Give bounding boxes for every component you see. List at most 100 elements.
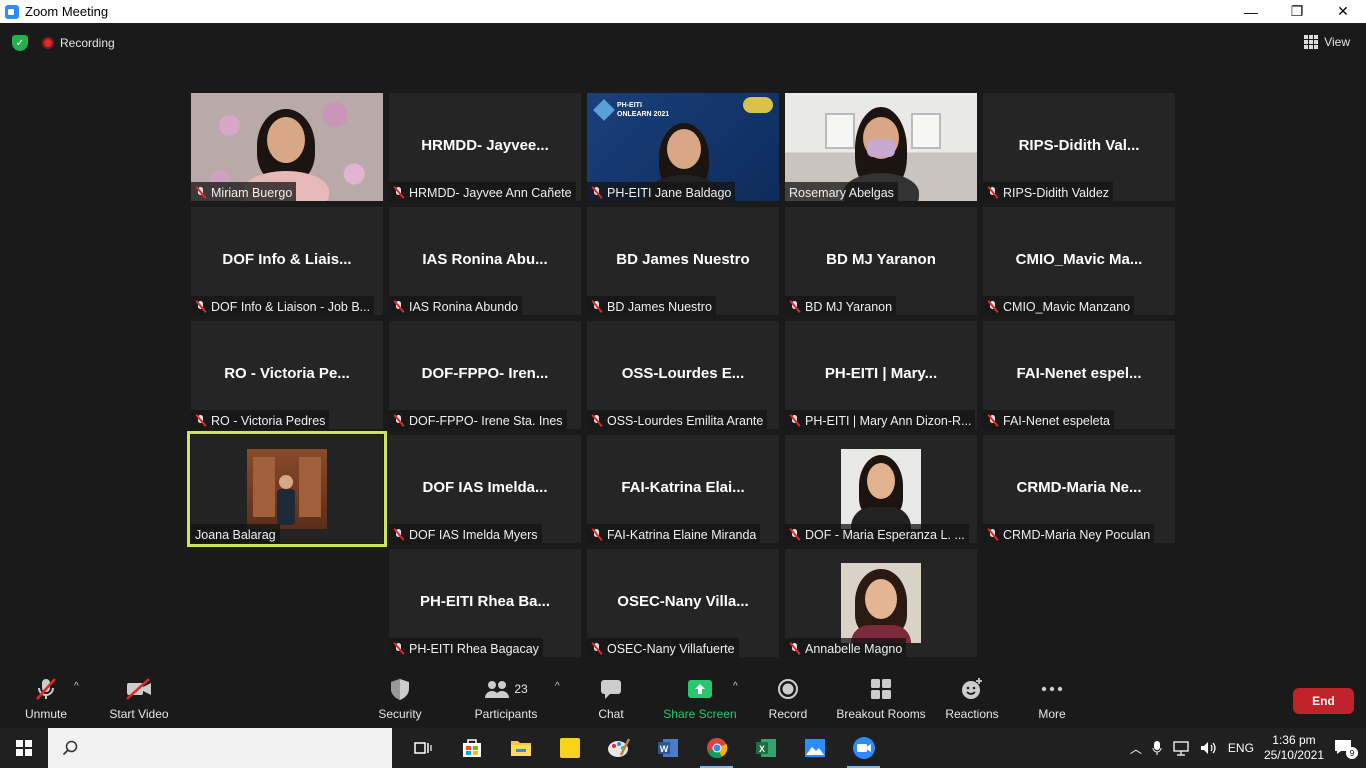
muted-mic-icon [987, 186, 999, 199]
participant-name-label: RIPS-Didith Valdez [983, 182, 1114, 201]
chrome-app[interactable] [692, 728, 741, 768]
zoom-app[interactable] [839, 728, 888, 768]
participant-tile[interactable]: PH-EITI Rhea Ba... PH-EITI Rhea Bagacay [389, 549, 581, 657]
input-language[interactable]: ENG [1228, 741, 1254, 755]
reactions-label: Reactions [945, 707, 999, 721]
volume-icon[interactable] [1200, 740, 1218, 756]
unmute-button[interactable]: Unmute [20, 667, 72, 728]
participant-profile-photo [247, 449, 327, 529]
action-center-button[interactable]: 9 [1334, 739, 1358, 759]
minimize-button[interactable]: — [1228, 0, 1274, 23]
photos-icon [804, 739, 825, 757]
gallery-view-icon [1304, 35, 1319, 49]
participant-name-label: DOF Info & Liaison - Job B... [191, 296, 375, 315]
tray-mic-icon[interactable] [1152, 740, 1162, 756]
participant-display-name: FAI-Katrina Elai... [621, 479, 745, 496]
chat-button[interactable]: Chat [594, 667, 628, 728]
breakout-rooms-label: Breakout Rooms [836, 707, 926, 721]
participant-tile[interactable]: OSEC-Nany Villa... OSEC-Nany Villafuerte [587, 549, 779, 657]
participant-tile[interactable]: RIPS-Didith Val... RIPS-Didith Valdez [983, 93, 1175, 201]
participant-display-name: BD James Nuestro [616, 251, 750, 268]
participants-button[interactable]: 23 Participants [472, 667, 540, 728]
store-app[interactable] [447, 728, 496, 768]
participant-tile[interactable]: RO - Victoria Pe... RO - Victoria Pedres [191, 321, 383, 429]
unmute-label: Unmute [24, 707, 68, 721]
excel-app[interactable]: X [741, 728, 790, 768]
share-screen-button[interactable]: Share Screen [662, 667, 738, 728]
taskbar-clock[interactable]: 1:36 pm 25/10/2021 [1264, 733, 1324, 763]
paint-palette-icon [607, 738, 630, 757]
participants-options-caret[interactable]: ^ [555, 681, 560, 692]
windows-taskbar: W X ︿ ENG 1:36 pm 25/10/2021 9 [0, 728, 1366, 768]
participant-display-name: CRMD-Maria Ne... [1016, 479, 1142, 496]
more-dots-icon [1041, 686, 1063, 692]
start-video-button[interactable]: Start Video [104, 667, 174, 728]
clock-time: 1:36 pm [1272, 733, 1316, 747]
task-view-icon [413, 742, 432, 754]
end-meeting-button[interactable]: End [1293, 688, 1354, 714]
participant-tile[interactable]: CMIO_Mavic Ma... CMIO_Mavic Manzano [983, 207, 1175, 315]
muted-mic-icon [789, 528, 801, 541]
record-button[interactable]: Record [766, 667, 810, 728]
participant-tile[interactable]: FAI-Nenet espel... FAI-Nenet espeleta [983, 321, 1175, 429]
breakout-rooms-button[interactable]: Breakout Rooms [834, 667, 928, 728]
participant-tile[interactable]: DOF IAS Imelda... DOF IAS Imelda Myers [389, 435, 581, 543]
sticky-notes-app[interactable] [545, 728, 594, 768]
record-label: Record [768, 707, 808, 721]
task-view-button[interactable] [398, 728, 447, 768]
participant-count: 23 [514, 682, 528, 696]
participant-tile[interactable]: DOF - Maria Esperanza L. ... [785, 435, 977, 543]
participant-name-label: IAS Ronina Abundo [389, 296, 523, 315]
participant-display-name: DOF-FPPO- Iren... [421, 365, 549, 382]
taskbar-search-box[interactable] [48, 728, 392, 768]
participant-tile[interactable]: FAI-Katrina Elai... FAI-Katrina Elaine M… [587, 435, 779, 543]
paint-app[interactable] [594, 728, 643, 768]
participant-tile[interactable]: DOF-FPPO- Iren... DOF-FPPO- Irene Sta. I… [389, 321, 581, 429]
more-button[interactable]: More [1032, 667, 1072, 728]
recording-indicator[interactable]: Recording [42, 36, 115, 50]
close-button[interactable]: ✕ [1320, 0, 1366, 23]
slide-title: PH-EITI ONLEARN 2021 [617, 102, 670, 118]
participant-display-name: HRMDD- Jayvee... [421, 137, 549, 154]
security-button[interactable]: Security [374, 667, 426, 728]
network-icon[interactable] [1172, 740, 1190, 756]
share-options-caret[interactable]: ^ [733, 681, 738, 692]
participant-tile[interactable]: PH-EITI | Mary... PH-EITI | Mary Ann Diz… [785, 321, 977, 429]
muted-mic-icon [789, 414, 801, 427]
record-icon [778, 679, 798, 699]
word-app[interactable]: W [643, 728, 692, 768]
participant-name-label: CRMD-Maria Ney Poculan [983, 524, 1155, 543]
chrome-icon [706, 738, 727, 759]
file-explorer-app[interactable] [496, 728, 545, 768]
participant-tile[interactable]: BD MJ Yaranon BD MJ Yaranon [785, 207, 977, 315]
active-speaker-tile[interactable]: Joana Balarag [187, 431, 387, 547]
system-tray: ︿ ENG 1:36 pm 25/10/2021 9 [1130, 728, 1366, 768]
notification-count-badge: 9 [1346, 747, 1358, 759]
recording-label: Recording [60, 36, 115, 50]
participant-tile[interactable]: IAS Ronina Abu... IAS Ronina Abundo [389, 207, 581, 315]
participant-tile[interactable]: CRMD-Maria Ne... CRMD-Maria Ney Poculan [983, 435, 1175, 543]
encryption-shield-icon[interactable]: ✓ [12, 35, 28, 51]
view-button[interactable]: View [1304, 35, 1350, 49]
muted-mic-icon [789, 300, 801, 313]
audio-options-caret[interactable]: ^ [74, 681, 79, 692]
participant-name-label: OSEC-Nany Villafuerte [587, 638, 739, 657]
search-icon [62, 740, 78, 756]
participant-tile[interactable]: DOF Info & Liais... DOF Info & Liaison -… [191, 207, 383, 315]
participant-tile[interactable]: BD James Nuestro BD James Nuestro [587, 207, 779, 315]
participant-tile[interactable]: HRMDD- Jayvee... HRMDD- Jayvee Ann Cañet… [389, 93, 581, 201]
restore-button[interactable]: ❐ [1274, 0, 1320, 23]
participant-tile[interactable]: Rosemary Abelgas [785, 93, 977, 201]
tray-overflow-chevron-icon[interactable]: ︿ [1130, 740, 1142, 757]
sticky-notes-icon [559, 738, 580, 758]
participant-display-name: DOF IAS Imelda... [422, 479, 548, 496]
photos-app[interactable] [790, 728, 839, 768]
participant-tile[interactable]: Miriam Buergo [191, 93, 383, 201]
muted-mic-icon [987, 528, 999, 541]
participant-tile[interactable]: Annabelle Magno [785, 549, 977, 657]
start-button[interactable] [0, 728, 48, 768]
participant-tile[interactable]: OSS-Lourdes E... OSS-Lourdes Emilita Ara… [587, 321, 779, 429]
participant-name-label: PH-EITI Jane Baldago [587, 182, 736, 201]
reactions-button[interactable]: Reactions [944, 667, 1000, 728]
participant-tile[interactable]: PH-EITI ONLEARN 2021 PH-EITI Jane Baldago [587, 93, 779, 201]
